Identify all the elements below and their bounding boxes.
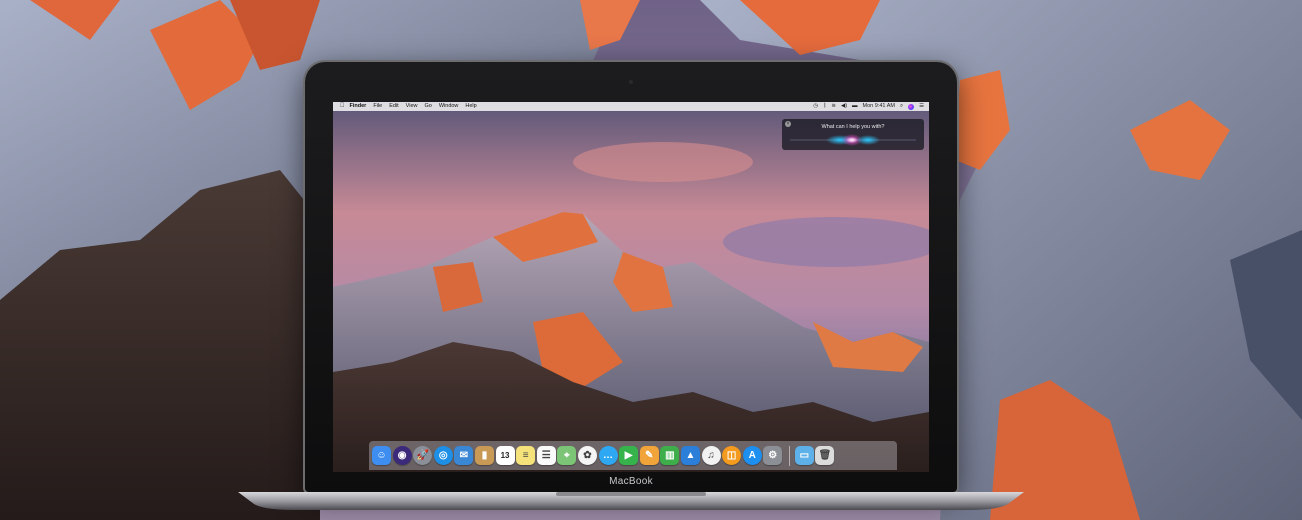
siri-panel: × What can I help you with?	[782, 119, 924, 150]
clock-icon[interactable]: ◷	[813, 102, 818, 111]
macbook-screen:  Finder File Edit View Go Window Help ◷…	[333, 102, 929, 472]
macbook-label: MacBook	[609, 476, 653, 487]
numbers-icon[interactable]: ▥	[660, 446, 680, 465]
status-area: ◷ ᛒ ≋ ◀) ▬ Mon 9:41 AM ⌕ ☰	[813, 102, 929, 111]
app-store-icon[interactable]: A	[742, 446, 762, 465]
wifi-icon[interactable]: ≋	[831, 102, 836, 111]
reminders-icon[interactable]: ☰	[536, 446, 556, 465]
menu-item-help[interactable]: Help	[465, 102, 476, 111]
notes-icon[interactable]: ≡	[516, 446, 536, 465]
volume-icon[interactable]: ◀)	[841, 102, 847, 111]
menu-item-go[interactable]: Go	[425, 102, 432, 111]
marketing-scene:  Finder File Edit View Go Window Help ◷…	[0, 0, 1302, 520]
pages-icon[interactable]: ✎	[639, 446, 659, 465]
siri-icon[interactable]	[908, 103, 915, 110]
mail-icon[interactable]: ✉	[454, 446, 474, 465]
desktop-wallpaper	[333, 102, 929, 472]
siri-icon[interactable]: ◉	[392, 446, 412, 465]
battery-icon[interactable]: ▬	[852, 102, 858, 111]
system-preferences-icon[interactable]: ⚙	[763, 446, 783, 465]
safari-icon[interactable]: ◎	[433, 446, 453, 465]
dock: ☺ ◉ 🚀 ◎ ✉ ▮ 13 ≡ ☰ ⌖ ✿… ▶ ✎ ▥ ▲ ♫ ◫ A ⚙ ▭ 🗑	[369, 441, 897, 470]
ibooks-icon[interactable]: ◫	[722, 446, 742, 465]
bluetooth-icon[interactable]: ᛒ	[823, 102, 826, 111]
itunes-icon[interactable]: ♫	[701, 446, 721, 465]
menu-item-edit[interactable]: Edit	[389, 102, 398, 111]
spotlight-search-icon[interactable]: ⌕	[900, 102, 903, 111]
notification-center-icon[interactable]: ☰	[919, 102, 924, 111]
menu-item-view[interactable]: View	[406, 102, 418, 111]
maps-icon[interactable]: ⌖	[557, 446, 577, 465]
launchpad-icon[interactable]: 🚀	[413, 446, 433, 465]
dock-divider	[788, 445, 790, 466]
menu-clock[interactable]: Mon 9:41 AM	[863, 102, 895, 111]
calendar-icon[interactable]: 13	[495, 446, 515, 465]
menu-item-finder[interactable]: Finder	[350, 102, 367, 111]
trash-icon[interactable]: 🗑	[815, 446, 835, 465]
menu-item-window[interactable]: Window	[439, 102, 459, 111]
facetime-icon[interactable]: ▶	[619, 446, 639, 465]
siri-waveform	[790, 134, 916, 146]
photos-icon[interactable]: ✿	[577, 446, 597, 465]
macbook-base	[238, 492, 1024, 510]
menu-item-file[interactable]: File	[373, 102, 382, 111]
apple-logo-icon[interactable]: 	[340, 102, 345, 111]
contacts-icon[interactable]: ▮	[474, 446, 494, 465]
messages-icon[interactable]: …	[598, 446, 618, 465]
menu-bar:  Finder File Edit View Go Window Help ◷…	[333, 102, 929, 111]
macbook-lid:  Finder File Edit View Go Window Help ◷…	[305, 62, 957, 492]
keynote-icon[interactable]: ▲	[680, 446, 700, 465]
downloads-folder-icon[interactable]: ▭	[794, 446, 814, 465]
finder-icon[interactable]: ☺	[372, 446, 391, 465]
camera-icon	[629, 80, 633, 84]
